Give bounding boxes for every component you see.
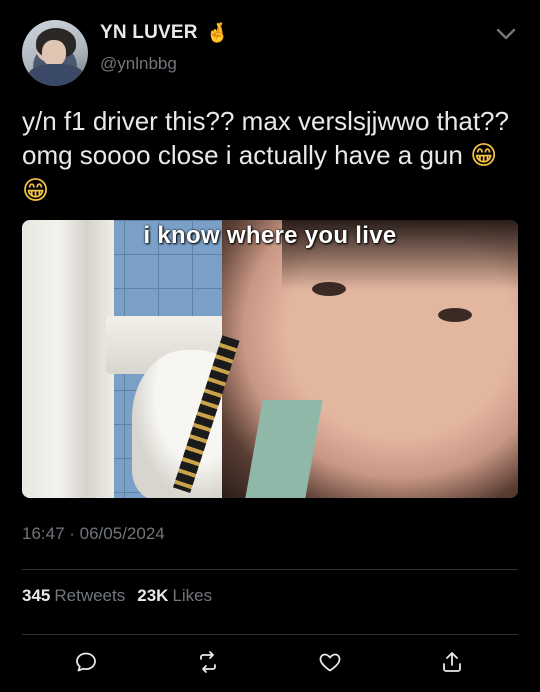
chevron-down-icon[interactable]: [494, 22, 518, 46]
likes-label: Likes: [172, 586, 213, 605]
heart-icon[interactable]: [318, 650, 346, 678]
share-icon[interactable]: [440, 650, 468, 678]
reply-icon[interactable]: [74, 650, 102, 678]
avatar-body: [28, 64, 84, 86]
crossed-fingers-emoji: 🤞: [205, 21, 230, 44]
media-shower-curtain: [22, 220, 114, 498]
tweet-stats: 345 Retweets 23K Likes: [22, 586, 212, 606]
display-name[interactable]: YN LUVER: [100, 22, 198, 44]
media-eye-right: [438, 308, 472, 322]
retweet-icon[interactable]: [196, 650, 224, 678]
likes-count: 23K: [137, 586, 169, 605]
tweet-media-image[interactable]: i know where you live: [22, 220, 518, 498]
tweet-text: y/n f1 driver this?? max verslsjjwwo tha…: [22, 104, 522, 208]
tweet-actions: [0, 650, 540, 680]
user-handle[interactable]: @ynlnbbg: [100, 54, 177, 74]
likes-stat[interactable]: 23K Likes: [137, 586, 212, 606]
retweets-count: 345: [22, 586, 51, 605]
retweets-label: Retweets: [54, 586, 126, 605]
tweet-timestamp[interactable]: 16:47 · 06/05/2024: [22, 524, 165, 544]
tweet-body: y/n f1 driver this?? max verslsjjwwo tha…: [22, 106, 509, 170]
avatar-face: [42, 40, 66, 66]
retweets-stat[interactable]: 345 Retweets: [22, 586, 125, 606]
media-caption: i know where you live: [143, 222, 397, 249]
user-name-row[interactable]: YN LUVER 🤞: [100, 22, 229, 44]
divider: [22, 634, 518, 635]
avatar[interactable]: [22, 20, 88, 86]
media-eye-left: [312, 282, 346, 296]
divider: [22, 569, 518, 570]
